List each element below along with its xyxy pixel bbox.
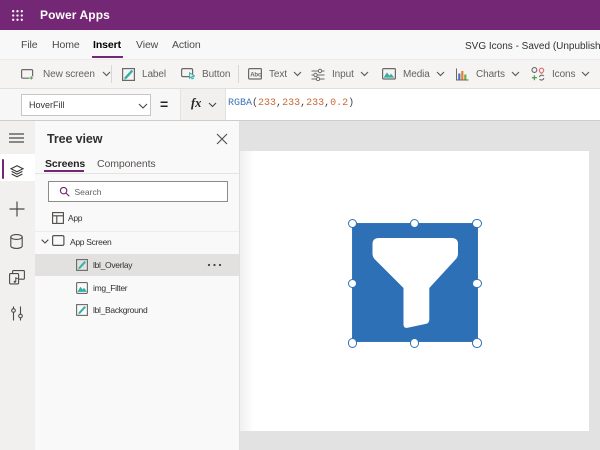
svg-text:Abc: Abc bbox=[250, 72, 262, 78]
